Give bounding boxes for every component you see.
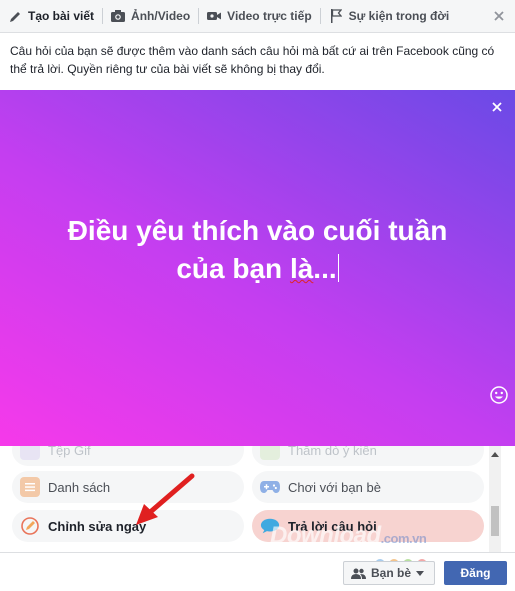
composer-footer: Bạn bè Đăng bbox=[0, 552, 515, 591]
option-gif[interactable]: Tệp Gif bbox=[12, 446, 244, 466]
poll-icon bbox=[260, 446, 280, 460]
option-label: Danh sách bbox=[48, 479, 111, 495]
option-edit-now[interactable]: Chỉnh sửa ngay bbox=[12, 510, 244, 542]
question-spellcheck-word: là bbox=[289, 253, 314, 284]
question-line-2-suffix: ... bbox=[313, 253, 337, 284]
scrollbar-thumb[interactable] bbox=[491, 506, 499, 536]
tab-live-video[interactable]: Video trực tiếp bbox=[199, 0, 320, 33]
tab-create-post[interactable]: Tạo bài viết bbox=[0, 0, 102, 33]
camera-icon bbox=[111, 9, 126, 23]
option-label: Chơi với bạn bè bbox=[288, 479, 381, 495]
tab-label: Tạo bài viết bbox=[28, 9, 95, 23]
option-poll[interactable]: Thăm dò ý kiến bbox=[252, 446, 484, 466]
friends-icon bbox=[351, 568, 366, 579]
watermark-tld: .com.vn bbox=[380, 531, 427, 546]
watermark-brand: Download bbox=[270, 522, 381, 549]
question-line-2: của bạn là... bbox=[30, 250, 485, 288]
audience-selector[interactable]: Bạn bè bbox=[343, 561, 435, 585]
question-card[interactable]: Điều yêu thích vào cuối tuần của bạn là.… bbox=[0, 90, 515, 446]
tab-photo-video[interactable]: Ảnh/Video bbox=[103, 0, 198, 33]
question-line-2-prefix: của bạn bbox=[176, 253, 290, 284]
pencil-icon bbox=[8, 9, 22, 23]
scroll-up-arrow[interactable] bbox=[491, 452, 499, 457]
gif-icon bbox=[20, 446, 40, 460]
flag-icon bbox=[329, 9, 343, 23]
question-line-1: Điều yêu thích vào cuối tuần bbox=[67, 215, 448, 246]
annotation-arrow bbox=[136, 473, 195, 525]
text-caret bbox=[337, 254, 339, 282]
emoji-icon[interactable] bbox=[490, 386, 508, 404]
option-play-with-friends[interactable]: Chơi với bạn bè bbox=[252, 471, 484, 503]
composer-tab-bar: Tạo bài viết Ảnh/Video Video trực tiếp S… bbox=[0, 0, 515, 33]
post-button[interactable]: Đăng bbox=[444, 561, 507, 585]
question-text[interactable]: Điều yêu thích vào cuối tuần của bạn là.… bbox=[30, 212, 485, 288]
audience-label: Bạn bè bbox=[371, 566, 412, 580]
close-icon[interactable] bbox=[491, 100, 505, 114]
pencil-circle-icon bbox=[20, 516, 40, 536]
option-list[interactable]: Danh sách bbox=[12, 471, 244, 503]
tab-life-event[interactable]: Sự kiện trong đời bbox=[321, 0, 458, 33]
close-icon[interactable] bbox=[491, 8, 507, 24]
chevron-down-icon bbox=[416, 570, 425, 576]
options-scrollbar[interactable] bbox=[489, 446, 501, 552]
question-notice: Câu hỏi của bạn sẽ được thêm vào danh sá… bbox=[10, 44, 495, 76]
option-label: Tệp Gif bbox=[48, 446, 91, 458]
tab-label: Video trực tiếp bbox=[227, 9, 312, 23]
watermark: Download.com.vn bbox=[270, 522, 427, 550]
option-label: Thăm dò ý kiến bbox=[288, 446, 377, 458]
video-camera-icon bbox=[207, 9, 222, 23]
list-icon bbox=[20, 477, 40, 497]
tab-label: Sự kiện trong đời bbox=[348, 9, 450, 23]
tab-label: Ảnh/Video bbox=[131, 9, 191, 23]
gamepad-icon bbox=[260, 477, 280, 497]
